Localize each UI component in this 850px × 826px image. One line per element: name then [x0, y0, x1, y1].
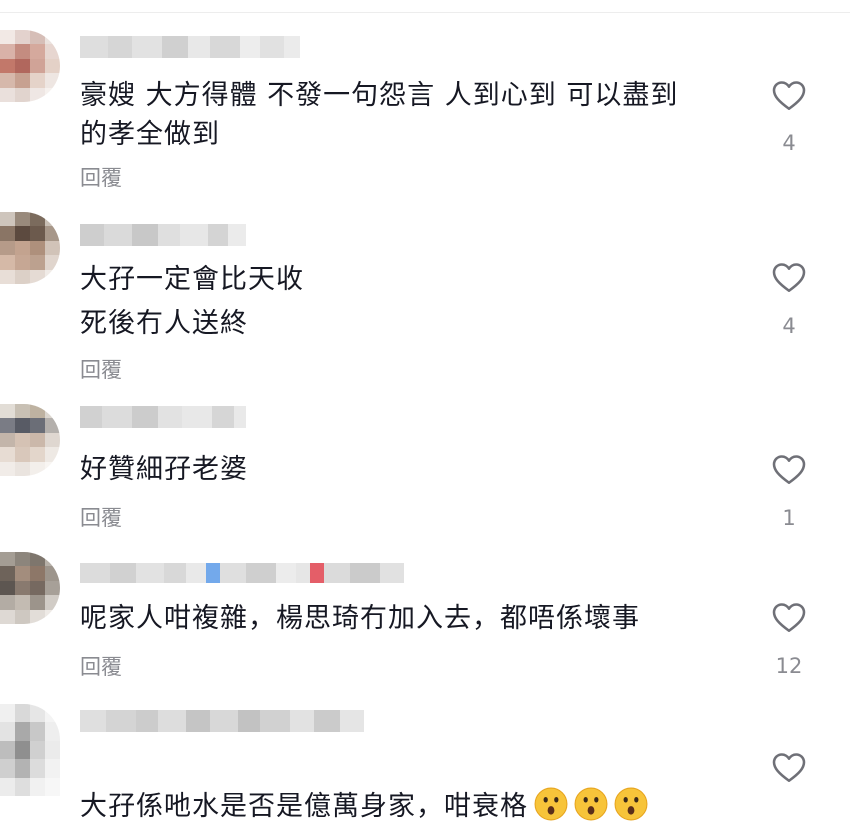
avatar[interactable] [0, 404, 60, 476]
reply-button[interactable]: 回覆 [80, 354, 122, 384]
username-blurred[interactable] [80, 224, 246, 246]
username-blurred[interactable] [80, 36, 300, 58]
astonished-face-emoji [574, 787, 608, 821]
comment-text: 呢家人咁複雜，楊思琦冇加入去，都唔係壞事 [80, 603, 640, 634]
heart-outline-icon[interactable] [770, 78, 808, 114]
comment-text: 豪嫂 大方得體 不發一句怨言 人到心到 可以盡到 的孝全做到 [80, 80, 679, 150]
username-blurred[interactable] [80, 563, 404, 583]
like-count: 4 [782, 131, 796, 155]
comment-text: 好贊細孖老婆 [80, 454, 248, 485]
comment-text: 大孖一定會比天收 死後冇人送終 [80, 264, 304, 339]
reply-button[interactable]: 回覆 [80, 651, 122, 681]
avatar[interactable] [0, 30, 60, 102]
heart-outline-icon[interactable] [770, 750, 808, 786]
reply-button[interactable]: 回覆 [80, 162, 122, 192]
comment-text: 大孖係吔水是否是億萬身家，咁衰格 [80, 748, 740, 826]
username-blurred[interactable] [80, 406, 246, 428]
like-count: 1 [782, 506, 796, 530]
astonished-face-emoji [614, 787, 648, 821]
avatar[interactable] [0, 212, 60, 284]
top-divider [0, 12, 850, 13]
astonished-face-emoji [534, 787, 568, 821]
username-blurred[interactable] [80, 710, 364, 732]
reply-button[interactable]: 回覆 [80, 502, 122, 532]
like-count: 4 [782, 314, 796, 338]
avatar[interactable] [0, 704, 60, 796]
heart-outline-icon[interactable] [770, 260, 808, 296]
heart-outline-icon[interactable] [770, 452, 808, 488]
like-count: 12 [775, 654, 803, 678]
avatar[interactable] [0, 552, 60, 624]
heart-outline-icon[interactable] [770, 600, 808, 636]
